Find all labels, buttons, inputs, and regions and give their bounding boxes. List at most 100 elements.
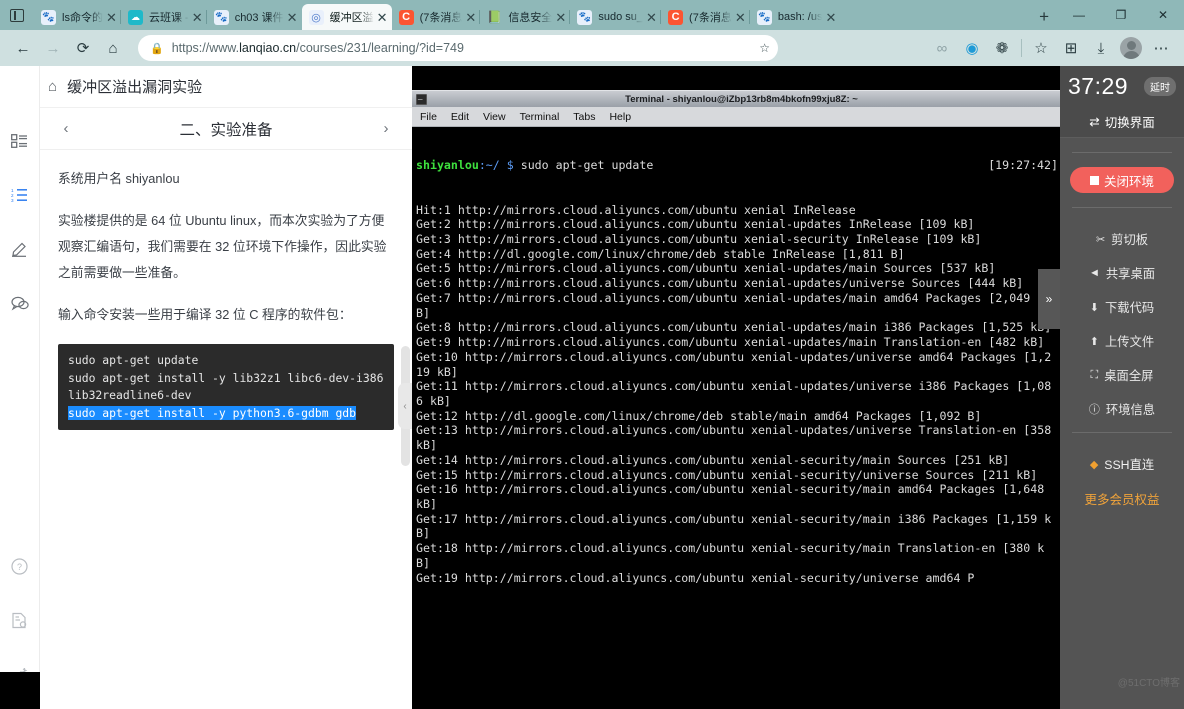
- collections-icon[interactable]: ⊞: [1056, 34, 1086, 62]
- terminal-menu-help[interactable]: Help: [609, 111, 631, 123]
- sidebar-item-1[interactable]: ◄ 共享桌面: [1060, 256, 1184, 290]
- favorites-list-icon[interactable]: ☆: [1026, 34, 1056, 62]
- collapse-panel-button[interactable]: ‹: [398, 383, 412, 429]
- link-rings-icon[interactable]: ∞: [927, 34, 957, 62]
- terminal-menu-tabs[interactable]: Tabs: [573, 111, 595, 123]
- sidebar-item-2[interactable]: ⬇ 下载代码: [1060, 290, 1184, 324]
- sidebar-actions: ✂ 剪切板 ◄ 共享桌面 ⬇ 下载代码 ⬆ 上传文件 ⛶ 桌面全屏 ⓘ 环境信息: [1060, 222, 1184, 426]
- browser-tab[interactable]: ◎ 缓冲区溢 ✕: [301, 4, 392, 30]
- minimize-button[interactable]: —: [1058, 0, 1100, 30]
- close-environment-button[interactable]: 关闭环境: [1070, 167, 1174, 193]
- more-settings-icon[interactable]: ⋯: [1146, 34, 1176, 62]
- sidebar-item-0[interactable]: ✂ 剪切板: [1060, 222, 1184, 256]
- expand-desktop-button[interactable]: »: [1038, 269, 1060, 329]
- home-breadcrumb-icon[interactable]: ⌂: [48, 78, 57, 95]
- tab-close-icon[interactable]: ✕: [735, 11, 746, 24]
- tab-close-icon[interactable]: ✕: [192, 11, 203, 24]
- numbered-list-icon[interactable]: 1 2 3: [0, 168, 40, 222]
- prev-lesson-button[interactable]: ‹: [56, 120, 76, 137]
- terminal-command: sudo apt-get update: [520, 158, 654, 173]
- browser-tab[interactable]: 🐾 ls命令的 ✕: [34, 4, 121, 30]
- terminal-output-line: Get:11 http://mirrors.cloud.aliyuncs.com…: [416, 379, 1052, 408]
- terminal-menu-view[interactable]: View: [483, 111, 506, 123]
- tab-close-icon[interactable]: ✕: [825, 11, 836, 24]
- back-icon[interactable]: ←: [8, 34, 38, 62]
- env-sidebar: 37:29 延时 ⇄ 切换界面 关闭环境 ✂ 剪切板 ◄ 共享桌面 ⬇ 下载代码 ⬆ 上传文件…: [1060, 66, 1184, 709]
- lesson-paragraph: 输入命令安装一些用于编译 32 位 C 程序的软件包：: [58, 307, 352, 322]
- terminal-output-line: Get:12 http://dl.google.com/linux/chrome…: [416, 408, 982, 423]
- tab-close-icon[interactable]: ✕: [465, 11, 476, 24]
- terminal-menu-file[interactable]: File: [420, 111, 437, 123]
- baidu-icon: 🐾: [213, 9, 229, 25]
- terminal-menu-edit[interactable]: Edit: [451, 111, 469, 123]
- baidu-icon: 🐾: [41, 9, 56, 25]
- vnc-desktop[interactable]: Terminal - shiyanlou@iZbp13rb8m4bkofn99x…: [412, 66, 1060, 709]
- pencil-icon[interactable]: [0, 222, 40, 276]
- browser-tab[interactable]: C (7条消息 ✕: [660, 4, 750, 30]
- browser-tab[interactable]: 🐾 bash: /us ✕: [748, 4, 841, 30]
- sidebar-divider: [1072, 432, 1172, 433]
- code-block[interactable]: sudo apt-get update sudo apt-get install…: [58, 344, 394, 431]
- terminal-output-line: Get:8 http://mirrors.cloud.aliyuncs.com/…: [416, 320, 1052, 335]
- tab-actions-button[interactable]: [0, 0, 34, 30]
- avatar: [1120, 37, 1142, 59]
- tab-close-icon[interactable]: ✕: [377, 11, 388, 24]
- maximize-button[interactable]: ❐: [1100, 0, 1142, 30]
- address-bar-url: https://www.lanqiao.cn/courses/231/learn…: [171, 41, 464, 55]
- sidebar-item-4[interactable]: ⛶ 桌面全屏: [1060, 358, 1184, 392]
- document-icon[interactable]: [0, 593, 40, 647]
- page-content: 1 2 3 ? ⌂ 缓冲区溢出漏洞实验 ‹ 二、实验准备 › 系统用户名 shi…: [0, 66, 1184, 709]
- browser-tab[interactable]: 📗 信息安全 ✕: [479, 4, 570, 30]
- add-favorite-icon[interactable]: ☆: [759, 41, 770, 55]
- browser-tab[interactable]: 🐾 sudo su_ ✕: [569, 4, 661, 30]
- sidebar-item-3[interactable]: ⬆ 上传文件: [1060, 324, 1184, 358]
- sidebar-divider: [1072, 207, 1172, 208]
- bottom-panel-filler: [40, 672, 412, 709]
- outline-icon[interactable]: [0, 114, 40, 168]
- switch-interface-button[interactable]: ⇄ 切换界面: [1060, 106, 1184, 138]
- chat-icon[interactable]: [0, 276, 40, 330]
- tab-close-icon[interactable]: ✕: [287, 11, 298, 24]
- forward-icon[interactable]: →: [38, 34, 68, 62]
- terminal-screen[interactable]: [19:27:42] shiyanlou:~/ $ sudo apt-get up…: [412, 127, 1060, 709]
- downloads-icon[interactable]: ⤓: [1086, 34, 1116, 62]
- lanqiao-icon: ◎: [308, 9, 324, 25]
- terminal-output-line: Get:13 http://mirrors.cloud.aliyuncs.com…: [416, 423, 1059, 453]
- browser-tab[interactable]: 🐾 ch03 课件 ✕: [205, 4, 302, 30]
- sidebar-item-icon: ◄: [1088, 267, 1100, 279]
- tab-close-icon[interactable]: ✕: [555, 11, 566, 24]
- next-lesson-button[interactable]: ›: [376, 120, 396, 137]
- terminal-user: shiyanlou: [416, 158, 479, 173]
- browser-tab[interactable]: C (7条消息 ✕: [392, 4, 481, 30]
- terminal-window-title: Terminal - shiyanlou@iZbp13rb8m4bkofn99x…: [625, 93, 858, 105]
- browser-tabstrip: 🐾 ls命令的 ✕ ☁ 云班课 - ✕ 🐾 ch03 课件 ✕ ◎ 缓冲区溢 ✕ C (7条消息 ✕ 📗 信息安…: [0, 0, 1184, 30]
- shield-badge-icon[interactable]: ◉: [957, 34, 987, 62]
- browser-tab-title: ch03 课件: [234, 12, 284, 24]
- terminal-titlebar[interactable]: Terminal - shiyanlou@iZbp13rb8m4bkofn99x…: [412, 90, 1060, 107]
- browser-tab-title: 信息安全: [508, 12, 553, 24]
- help-icon[interactable]: ?: [0, 539, 40, 593]
- left-icon-rail: 1 2 3 ?: [0, 66, 40, 709]
- sidebar-item-5[interactable]: ⓘ 环境信息: [1060, 392, 1184, 426]
- switch-interface-label: 切换界面: [1104, 116, 1155, 130]
- window-close-button[interactable]: ✕: [1142, 0, 1184, 30]
- tab-close-icon[interactable]: ✕: [646, 11, 657, 24]
- stop-icon: [1089, 175, 1099, 185]
- address-bar[interactable]: 🔒 https://www.lanqiao.cn/courses/231/lea…: [138, 35, 778, 61]
- browser-tab[interactable]: ☁ 云班课 - ✕: [119, 4, 207, 30]
- lesson-title: 二、实验准备: [179, 121, 273, 139]
- extend-time-button[interactable]: 延时: [1144, 76, 1176, 96]
- tab-close-icon[interactable]: ✕: [106, 11, 117, 24]
- new-tab-button[interactable]: +: [1030, 4, 1058, 30]
- profile-button[interactable]: [1116, 34, 1146, 62]
- code-line: sudo apt-get install -y lib32z1 libc6-de…: [68, 370, 391, 403]
- terminal-output-line: Get:16 http://mirrors.cloud.aliyuncs.com…: [416, 482, 1052, 511]
- terminal-menu-terminal[interactable]: Terminal: [520, 111, 560, 123]
- sidebar-item-vip[interactable]: 更多会员权益: [1060, 481, 1184, 515]
- sidebar-item-ssh[interactable]: ◆ SSH直连: [1060, 447, 1184, 481]
- home-icon[interactable]: ⌂: [98, 34, 128, 62]
- collections-blob-icon[interactable]: ❁: [987, 34, 1017, 62]
- browser-tab-title: 缓冲区溢: [329, 12, 374, 24]
- sidebar-item-label: 桌面全屏: [1104, 369, 1154, 383]
- reload-icon[interactable]: ⟳: [68, 34, 98, 62]
